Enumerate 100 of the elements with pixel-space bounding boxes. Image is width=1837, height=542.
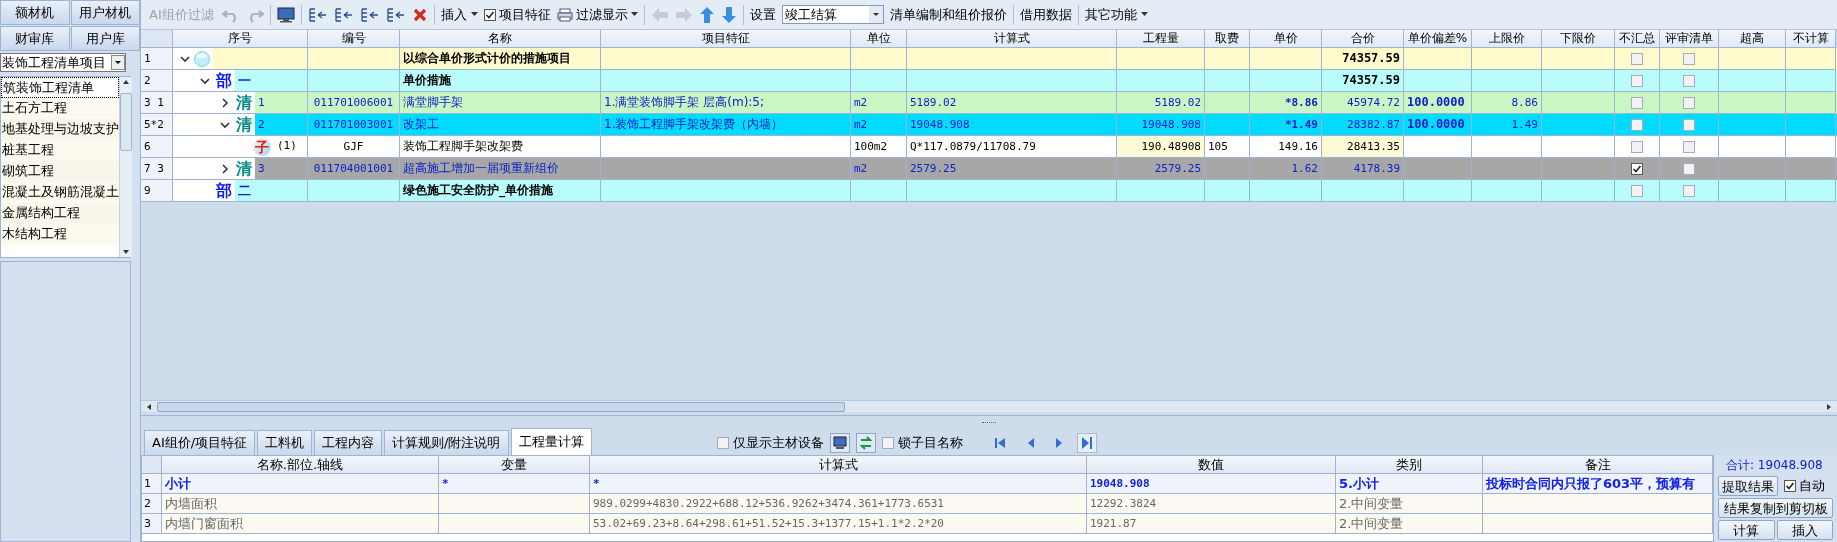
library-item[interactable]: 桩基工程 [1, 140, 119, 161]
column-header[interactable]: 单价偏差% [1404, 30, 1472, 48]
table-row[interactable]: 9 部 二 绿色施工安全防护_单价措施 [141, 180, 1837, 202]
borrow-data-button[interactable]: 借用数据 [1019, 4, 1072, 25]
column-header[interactable]: 计算式 [907, 30, 1117, 48]
tab[interactable]: 工程内容 [314, 430, 383, 455]
library-tab[interactable]: 额材机 [0, 0, 70, 25]
header-corner[interactable] [141, 30, 173, 48]
indent-icon[interactable] [385, 6, 406, 23]
delete-icon[interactable] [411, 6, 428, 23]
checkbox[interactable] [1631, 140, 1643, 153]
indent-icon[interactable] [307, 6, 328, 23]
billing-button[interactable]: 清单编制和组价报价 [889, 4, 1007, 25]
column-header[interactable]: 下限价 [1542, 30, 1615, 48]
filter-display-button[interactable]: 过滤显示 [556, 4, 638, 25]
library-item[interactable]: 筑装饰工程清单 [1, 77, 119, 98]
mode-select[interactable]: 竣工结算 [781, 5, 884, 24]
extract-button[interactable]: 提取结果 [1718, 476, 1778, 496]
column-header[interactable]: 序号 [173, 30, 308, 48]
column-header[interactable]: 单位 [851, 30, 907, 48]
library-item[interactable]: 混凝土及钢筋混凝土 [1, 182, 119, 203]
library-item[interactable]: 金属结构工程 [1, 203, 119, 224]
column-header[interactable]: 计算式 [590, 456, 1087, 474]
table-row[interactable]: 2 部 一 单价措施 74357.59 [141, 70, 1837, 92]
table-cell: 2.中间变量 [1336, 514, 1483, 534]
other-functions-button[interactable]: 其它功能 [1084, 4, 1148, 25]
column-header[interactable]: 类别 [1336, 456, 1483, 474]
checkbox[interactable] [1683, 52, 1695, 65]
column-header[interactable]: 合价 [1322, 30, 1404, 48]
monitor-icon[interactable] [276, 6, 295, 23]
checkbox[interactable] [1683, 140, 1695, 153]
column-header[interactable]: 超高 [1719, 30, 1786, 48]
checkbox[interactable] [716, 436, 729, 449]
checkbox[interactable] [1784, 480, 1796, 492]
copy-result-button[interactable]: 结果复制到剪切板 [1718, 498, 1833, 518]
column-header[interactable]: 工程量 [1117, 30, 1205, 48]
calculate-button[interactable]: 计算 [1718, 520, 1775, 540]
insert-button[interactable]: 插入 [1776, 520, 1833, 540]
switch-icon[interactable] [855, 432, 876, 453]
column-header[interactable]: 名称.部位.轴线 [162, 456, 439, 474]
tab[interactable]: AI组价/项目特征 [144, 430, 256, 455]
library-select[interactable]: 装饰工程清单项目 [0, 53, 126, 72]
up-arrow-icon[interactable] [698, 5, 715, 24]
column-header[interactable]: 单价 [1250, 30, 1322, 48]
library-item[interactable]: 木结构工程 [1, 224, 119, 245]
table-cell: 190.48908 [1117, 136, 1205, 158]
library-tab[interactable]: 用户材机 [70, 0, 140, 25]
column-header[interactable]: 上限价 [1472, 30, 1542, 48]
library-tab[interactable]: 财审库 [0, 26, 70, 51]
column-header[interactable]: 项目特征 [601, 30, 851, 48]
library-tab[interactable]: 用户库 [70, 26, 140, 51]
table-row[interactable]: 6 子 (1) GJF 装饰工程脚手架改架费 100m2 Q*117.0879/11708.79 190.48908 105 149.16 28413.35 [141, 136, 1837, 158]
header-corner[interactable] [142, 456, 162, 474]
settings-button[interactable]: 设置 [749, 4, 776, 25]
table-cell: 绿色施工安全防护_单价措施 [400, 180, 601, 202]
column-header[interactable]: 不汇总 [1615, 30, 1660, 48]
table-row[interactable]: 7 3 清 3 011704001001 超高施工增加一届项重新组价 m2 2579.25 2579.25 1.62 4178.39 [141, 158, 1837, 180]
tab[interactable]: 工程量计算 [510, 428, 592, 455]
caret-icon [630, 12, 638, 17]
checkbox[interactable] [1683, 74, 1695, 87]
checkbox[interactable] [1631, 118, 1643, 131]
table-row[interactable]: 3 1 清 1 011701006001 满堂脚手架 1.满堂装饰脚手架 层高(m):5; m2 5189.02 5189.02 *8.86 45974.72 100.0000 8.86 [141, 92, 1837, 114]
column-header[interactable]: 编号 [308, 30, 400, 48]
checkbox[interactable] [1631, 74, 1643, 87]
checkbox[interactable] [1631, 96, 1643, 109]
checkbox[interactable] [1683, 118, 1695, 131]
table-row[interactable]: 5*2 清 2 011701003001 改架工 1.装饰工程脚手架改架费（内墙） m2 19048.908 19048.908 *1.49 28382.87 100.0000 1.49 [141, 114, 1837, 136]
column-header[interactable]: 不计算 [1786, 30, 1836, 48]
checkbox[interactable] [881, 436, 894, 449]
column-header[interactable]: 取费 [1205, 30, 1250, 48]
indent-icon[interactable] [359, 6, 380, 23]
library-item[interactable]: 砌筑工程 [1, 161, 119, 182]
down-arrow-icon[interactable] [720, 5, 737, 24]
column-header[interactable]: 备注 [1483, 456, 1713, 474]
tab[interactable]: 计算规则/附注说明 [384, 430, 509, 455]
library-item[interactable]: 土石方工程 [1, 98, 119, 119]
column-header[interactable]: 数值 [1087, 456, 1336, 474]
library-item[interactable]: 地基处理与边坡支护 [1, 119, 119, 140]
insert-button[interactable]: 插入 [440, 4, 478, 25]
checkbox[interactable] [483, 8, 496, 21]
checkbox[interactable] [1683, 162, 1695, 175]
column-header[interactable]: 变量 [439, 456, 590, 474]
chevron-right-icon[interactable] [219, 162, 231, 175]
column-header[interactable]: 名称 [400, 30, 601, 48]
table-row[interactable]: 1 以综合单价形式计价的措施项目 74357.59 [141, 48, 1837, 70]
horizontal-scrollbar[interactable] [141, 400, 1837, 412]
last-page-icon[interactable] [1076, 432, 1097, 453]
scrollbar-thumb[interactable] [157, 401, 845, 412]
column-header[interactable]: 评审清单 [1660, 30, 1719, 48]
chevron-right-icon[interactable] [219, 96, 231, 109]
checkbox[interactable] [1631, 162, 1643, 175]
scrollbar[interactable] [119, 77, 132, 257]
checkbox[interactable] [1683, 184, 1695, 197]
checkbox[interactable] [1683, 96, 1695, 109]
tab[interactable]: 工料机 [257, 430, 313, 455]
indent-icon[interactable] [333, 6, 354, 23]
scrollbar-thumb[interactable] [120, 93, 132, 151]
monitor-icon[interactable] [829, 432, 850, 453]
checkbox[interactable] [1631, 184, 1643, 197]
checkbox[interactable] [1631, 52, 1643, 65]
